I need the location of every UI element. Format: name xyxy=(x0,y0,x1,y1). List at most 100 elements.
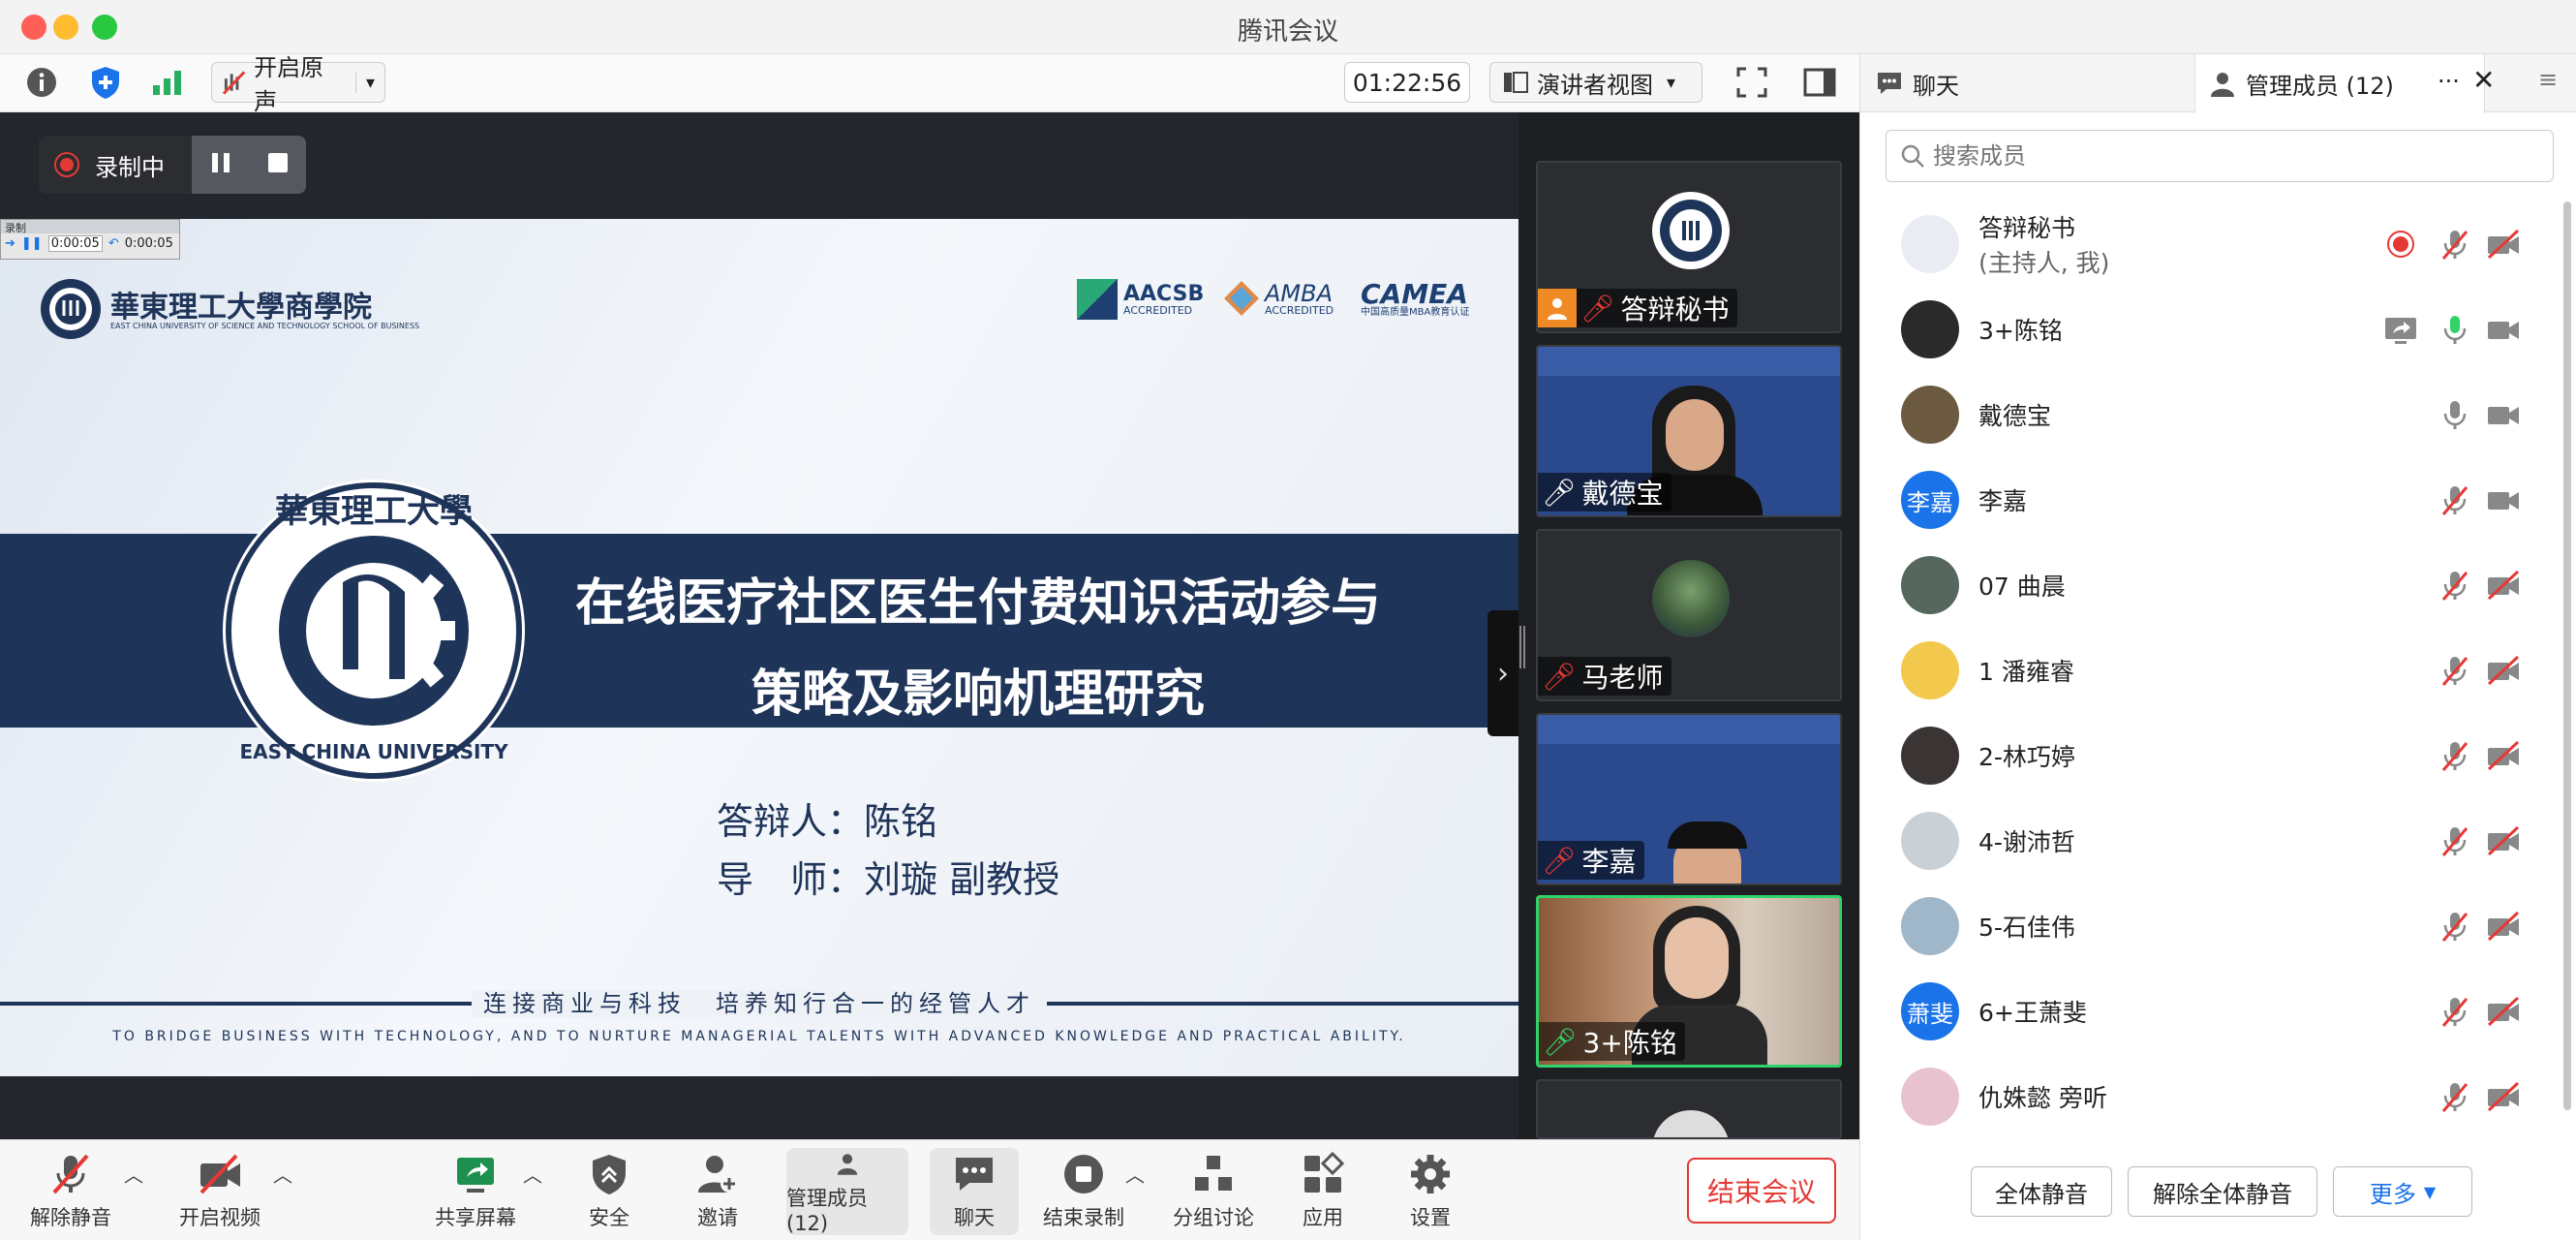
audio-options-chevron-icon[interactable]: ︿ xyxy=(124,1160,143,1188)
recording-label: 录制中 xyxy=(95,153,165,181)
mini-time-b: 0:00:05 xyxy=(124,236,173,251)
stop-recording-toolbar-button[interactable]: 结束录制 xyxy=(1030,1148,1137,1235)
member-row[interactable]: 李嘉 李嘉 xyxy=(1860,457,2576,542)
muted-mic-icon[interactable] xyxy=(2438,653,2472,688)
collapse-arrow-button[interactable]: › xyxy=(1487,610,1518,736)
tab-chat[interactable]: 聊天 xyxy=(1860,54,2194,112)
share-screen-button[interactable]: 共享屏幕 xyxy=(422,1148,529,1235)
close-icon[interactable]: ✕ xyxy=(2472,64,2495,96)
search-input[interactable] xyxy=(1933,142,2514,170)
member-row[interactable]: 3+陈铭 xyxy=(1860,287,2576,372)
video-off-icon[interactable] xyxy=(2486,1079,2521,1114)
shield-icon xyxy=(593,1155,626,1194)
mute-all-button[interactable]: 全体静音 xyxy=(1971,1166,2112,1217)
video-off-icon[interactable] xyxy=(2486,738,2521,773)
video-icon[interactable] xyxy=(2486,482,2521,517)
security-shield-icon[interactable] xyxy=(85,62,126,103)
original-sound-dropdown[interactable]: 开启原声 ▾ xyxy=(211,54,385,115)
settings-label: 设置 xyxy=(1410,1206,1451,1229)
security-button[interactable]: 安全 xyxy=(556,1148,662,1235)
avatar xyxy=(1901,897,1959,955)
chat-label: 聊天 xyxy=(954,1206,995,1229)
drag-handle[interactable] xyxy=(1519,626,1525,668)
more-button[interactable]: 更多 ▼ xyxy=(2333,1166,2472,1217)
chat-button[interactable]: 聊天 xyxy=(930,1148,1019,1235)
video-tile[interactable]: 🎤︎ 答辩秘书 xyxy=(1536,161,1842,333)
member-row[interactable]: 答辩秘书 (主持人, 我) xyxy=(1860,202,2576,287)
unmute-all-button[interactable]: 解除全体静音 xyxy=(2128,1166,2317,1217)
mini-recorder-title: 录制 xyxy=(1,220,179,234)
muted-mic-icon[interactable] xyxy=(2438,909,2472,944)
video-off-icon[interactable] xyxy=(2486,653,2521,688)
mini-pause-icon[interactable]: ❚❚ xyxy=(21,236,43,251)
avatar xyxy=(1901,215,1959,273)
share-screen-icon xyxy=(457,1158,494,1193)
video-icon[interactable] xyxy=(2486,312,2521,347)
info-icon[interactable] xyxy=(21,62,62,103)
muted-mic-icon[interactable] xyxy=(2438,568,2472,603)
video-tile[interactable]: 🎤︎ 戴德宝 xyxy=(1536,345,1842,517)
muted-mic-icon[interactable] xyxy=(2438,823,2472,858)
video-off-icon[interactable] xyxy=(2486,994,2521,1029)
video-icon[interactable] xyxy=(2486,397,2521,432)
video-off-icon[interactable] xyxy=(2486,568,2521,603)
original-sound-label: 开启原声 xyxy=(254,54,324,115)
member-row[interactable]: 2-林巧婷 xyxy=(1860,713,2576,798)
muted-mic-icon[interactable] xyxy=(2438,1079,2472,1114)
stop-recording-button[interactable] xyxy=(265,150,291,179)
mic-icon[interactable] xyxy=(2438,397,2472,432)
fullscreen-icon[interactable] xyxy=(1732,62,1772,103)
video-tile[interactable]: 🎤︎ 马老师 xyxy=(1536,529,1842,701)
video-tile[interactable]: 🎤︎ 李嘉 xyxy=(1536,713,1842,885)
settings-button[interactable]: 设置 xyxy=(1377,1148,1484,1235)
member-row[interactable]: 仇姝懿 旁听 xyxy=(1860,1054,2576,1139)
sidebar-toggle-icon[interactable] xyxy=(1799,62,1840,103)
mini-recorder-widget[interactable]: 录制 ➔ ❚❚ 0:00:05 ↶ 0:00:05 xyxy=(0,219,180,260)
muted-mic-icon[interactable] xyxy=(2438,738,2472,773)
muted-mic-icon: 🎤︎ xyxy=(1542,844,1577,877)
apps-button[interactable]: 应用 xyxy=(1271,1148,1375,1235)
mini-play-icon[interactable]: ➔ xyxy=(5,236,15,251)
apps-label: 应用 xyxy=(1303,1206,1343,1229)
unmute-button[interactable]: 解除静音 xyxy=(17,1148,124,1235)
recording-icon[interactable] xyxy=(2383,227,2418,262)
menu-icon[interactable]: ≡ xyxy=(2538,66,2558,93)
scrollbar[interactable] xyxy=(2563,202,2571,1110)
invite-button[interactable]: 邀请 xyxy=(664,1148,771,1235)
search-box[interactable] xyxy=(1886,130,2554,182)
avatar: 李嘉 xyxy=(1901,471,1959,529)
muted-mic-icon[interactable] xyxy=(2438,994,2472,1029)
member-row[interactable]: 07 曲晨 xyxy=(1860,542,2576,628)
end-meeting-button[interactable]: 结束会议 xyxy=(1687,1158,1836,1224)
view-mode-dropdown[interactable]: 演讲者视图 ▾ xyxy=(1489,62,1702,103)
window-titlebar: 腾讯会议 xyxy=(0,0,2576,54)
stop-record-icon xyxy=(1064,1155,1103,1194)
member-row[interactable]: 5-石佳伟 xyxy=(1860,884,2576,969)
video-off-icon[interactable] xyxy=(2486,823,2521,858)
record-options-chevron-icon[interactable]: ︿ xyxy=(1125,1160,1145,1188)
breakout-rooms-button[interactable]: 分组讨论 xyxy=(1160,1148,1267,1235)
member-row[interactable]: 萧斐 6+王萧斐 xyxy=(1860,969,2576,1054)
mini-undo-icon[interactable]: ↶ xyxy=(108,236,119,251)
manage-members-button[interactable]: 管理成员(12) xyxy=(786,1148,908,1235)
member-row[interactable]: 4-谢沛哲 xyxy=(1860,798,2576,884)
signal-strength-icon[interactable] xyxy=(147,62,188,103)
mini-time-a: 0:00:05 xyxy=(47,235,103,252)
member-row[interactable]: 戴德宝 xyxy=(1860,372,2576,457)
sharing-screen-icon[interactable] xyxy=(2383,312,2418,347)
more-options-icon[interactable]: ··· xyxy=(2438,68,2460,95)
member-row[interactable]: 1 潘雍睿 xyxy=(1860,628,2576,713)
motto-cn: 连接商业与科技 培养知行合一的经管人才 xyxy=(472,990,1047,1017)
muted-mic-icon[interactable] xyxy=(2438,482,2472,517)
mic-active-icon[interactable] xyxy=(2438,312,2472,347)
video-off-icon[interactable] xyxy=(2486,909,2521,944)
video-tile-active-speaker[interactable]: 🎤︎ 3+陈铭 xyxy=(1536,895,1842,1068)
start-video-button[interactable]: 开启视频 xyxy=(167,1148,273,1235)
video-off-icon[interactable] xyxy=(2486,227,2521,262)
video-tile[interactable] xyxy=(1536,1079,1842,1139)
video-options-chevron-icon[interactable]: ︿ xyxy=(273,1160,292,1188)
pause-recording-button[interactable] xyxy=(208,150,233,179)
muted-mic-icon[interactable] xyxy=(2438,227,2472,262)
member-name: 答辩秘书 (主持人, 我) xyxy=(1978,214,2110,277)
share-options-chevron-icon[interactable]: ︿ xyxy=(523,1160,542,1188)
